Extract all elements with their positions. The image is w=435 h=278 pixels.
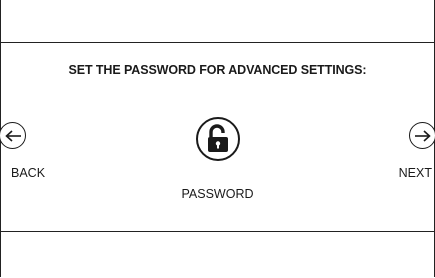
arrow-left-circle-icon	[0, 122, 26, 149]
next-button[interactable]	[409, 122, 435, 149]
settings-screen: SET THE PASSWORD FOR ADVANCED SETTINGS: …	[0, 0, 435, 277]
unlocked-padlock-icon	[196, 117, 240, 161]
footer-band	[1, 231, 434, 278]
password-button[interactable]	[196, 117, 240, 161]
arrow-right-circle-icon	[409, 122, 435, 149]
back-label[interactable]: BACK	[11, 166, 45, 180]
password-label[interactable]: PASSWORD	[1, 187, 434, 201]
prompt-title: SET THE PASSWORD FOR ADVANCED SETTINGS:	[68, 63, 367, 77]
next-label[interactable]: NEXT	[399, 166, 432, 180]
back-button[interactable]	[0, 122, 26, 149]
header-band	[1, 0, 434, 43]
